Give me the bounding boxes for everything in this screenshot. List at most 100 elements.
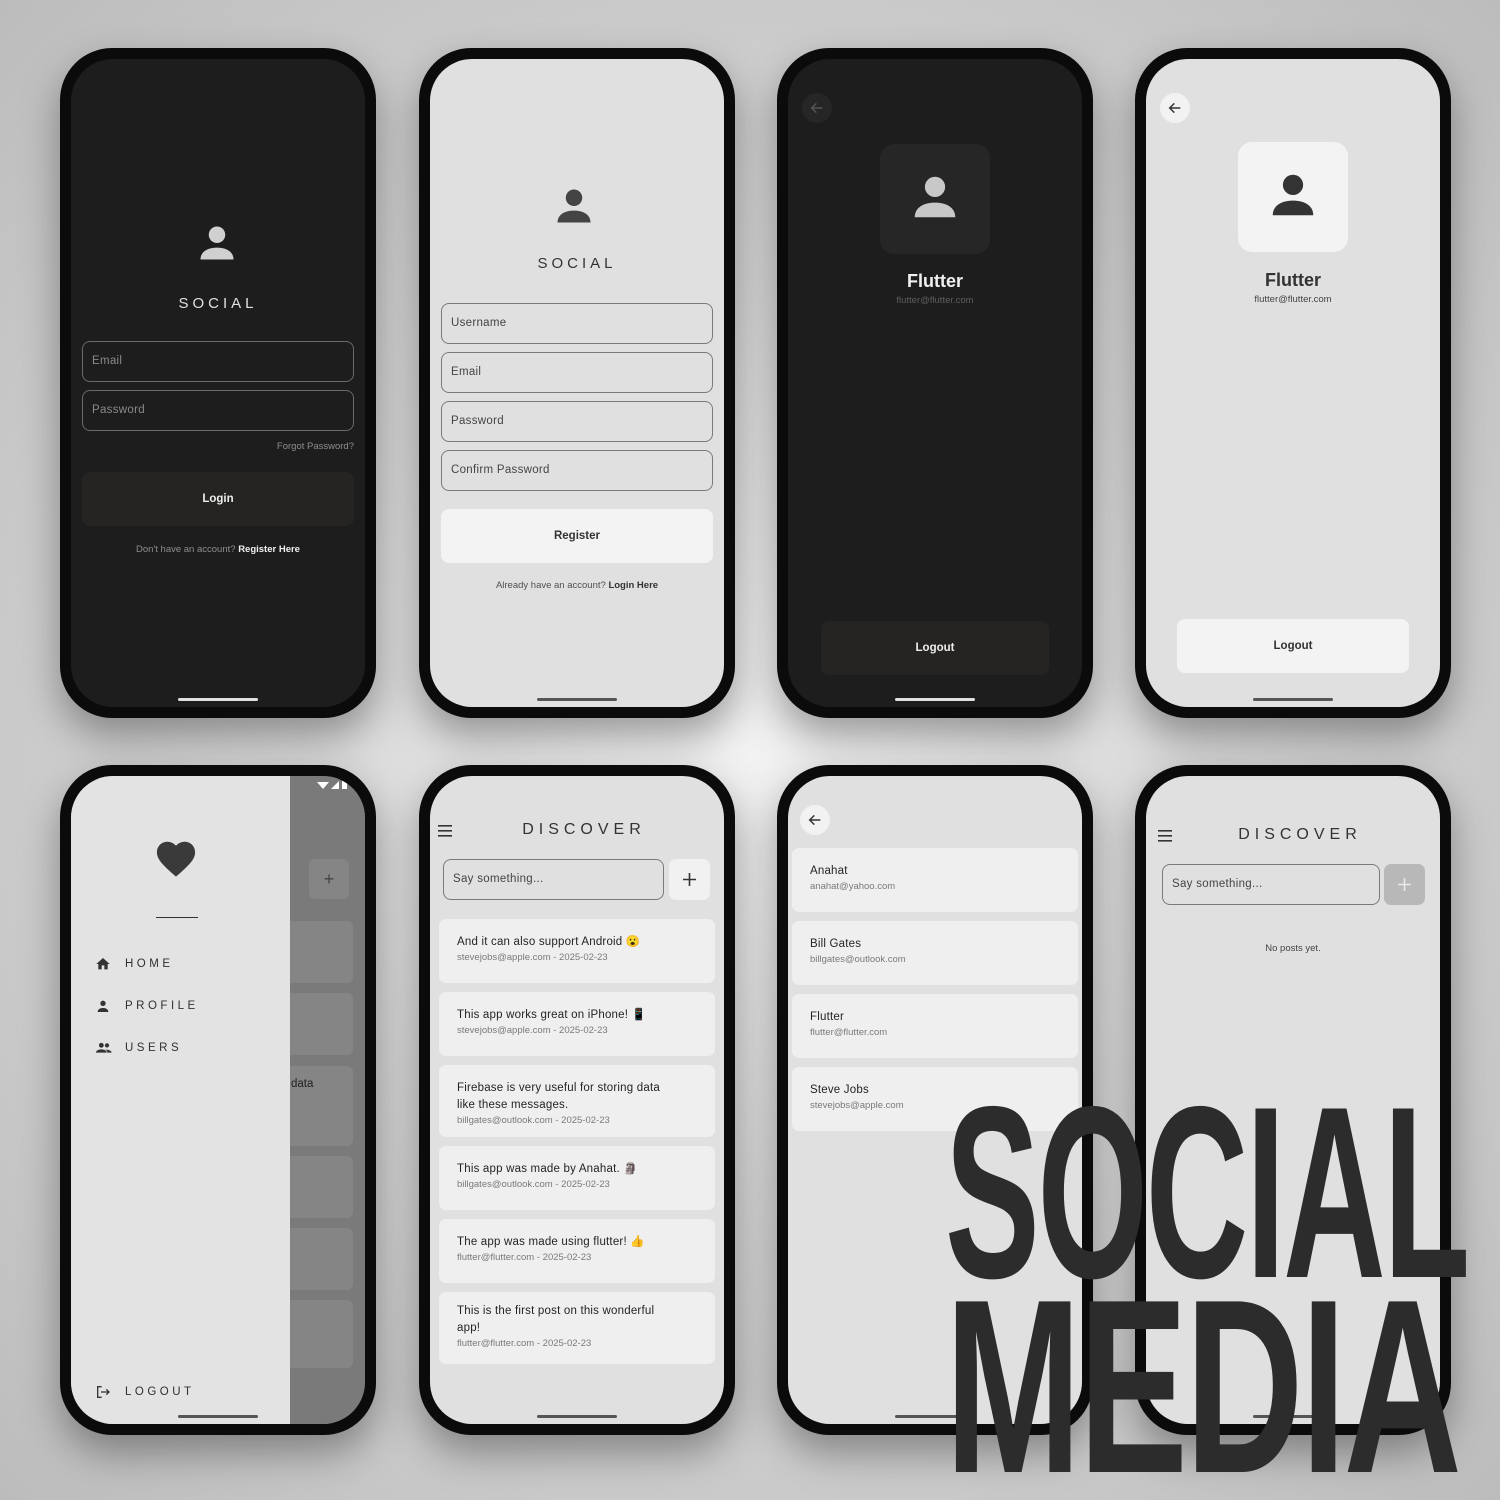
- login-prompt: Already have an account? Login Here: [430, 580, 724, 591]
- back-button[interactable]: [802, 93, 832, 123]
- logout-button[interactable]: Logout: [821, 621, 1049, 675]
- peek-text: data: [291, 1078, 314, 1090]
- home-indicator: [537, 698, 617, 701]
- user-email: flutter@flutter.com: [810, 1027, 888, 1038]
- drawer-item-label: HOME: [125, 958, 174, 970]
- post-meta: flutter@flutter.com - 2025-02-23: [457, 1252, 592, 1263]
- overlay-title-media: MEDIA: [945, 1247, 1462, 1500]
- app-wordmark: SOCIAL: [178, 295, 258, 312]
- phone-profile-dark: Flutter flutter@flutter.com Logout: [777, 48, 1093, 718]
- back-button[interactable]: [1160, 93, 1190, 123]
- profile-name: Flutter: [1265, 270, 1321, 290]
- user-email: billgates@outlook.com: [810, 954, 906, 965]
- logout-button[interactable]: Logout: [1177, 619, 1409, 673]
- post-message: This app works great on iPhone! 📱: [457, 1009, 647, 1021]
- user-card[interactable]: Anahat anahat@yahoo.com: [792, 848, 1078, 912]
- post-card: This app works great on iPhone! 📱 stevej…: [439, 992, 715, 1056]
- drawer-divider: [156, 917, 198, 918]
- username-field[interactable]: Username: [441, 303, 713, 344]
- post-message: This is the first post on this wonderful…: [457, 1305, 655, 1334]
- person-icon: [557, 189, 591, 223]
- post-card: This app was made by Anahat. 🗿 billgates…: [439, 1146, 715, 1210]
- drawer-item-label: PROFILE: [125, 1000, 199, 1012]
- heart-icon: [156, 841, 196, 877]
- person-icon: [200, 226, 234, 260]
- feed-screen: DISCOVER Say something... And it can als…: [430, 776, 724, 1424]
- person-icon: [97, 1000, 109, 1012]
- arrow-left-icon: [1168, 102, 1181, 114]
- arrow-left-icon: [808, 814, 821, 826]
- app-wordmark: SOCIAL: [537, 255, 617, 272]
- login-here-link[interactable]: Login Here: [608, 580, 658, 591]
- post-meta: stevejobs@apple.com - 2025-02-23: [457, 952, 608, 963]
- confirm-password-field[interactable]: Confirm Password: [441, 450, 713, 491]
- status-icons: [317, 781, 347, 789]
- profile-screen-light: Flutter flutter@flutter.com Logout: [1146, 59, 1440, 707]
- register-prompt: Don't have an account? Register Here: [71, 544, 365, 555]
- home-indicator: [537, 1415, 617, 1418]
- arrow-left-icon: [810, 102, 823, 114]
- post-card: The app was made using flutter! 👍 flutte…: [439, 1219, 715, 1283]
- email-field[interactable]: Email: [82, 341, 354, 382]
- navigation-drawer: HOME PROFILE USERS LOGOUT: [71, 776, 290, 1424]
- post-meta: stevejobs@apple.com - 2025-02-23: [457, 1025, 608, 1036]
- post-card: This is the first post on this wonderful…: [439, 1292, 715, 1364]
- user-name: Flutter: [810, 1011, 844, 1023]
- avatar: [1238, 142, 1348, 252]
- group-icon: [96, 1042, 112, 1053]
- add-post-button[interactable]: [1384, 864, 1425, 905]
- home-indicator: [178, 698, 258, 701]
- drawer-item-label: LOGOUT: [125, 1386, 195, 1398]
- home-indicator: [178, 1415, 258, 1418]
- page-title: DISCOVER: [522, 821, 646, 838]
- empty-state: No posts yet.: [1265, 943, 1321, 954]
- peek-add-button: +: [309, 859, 349, 899]
- post-message: The app was made using flutter! 👍: [457, 1236, 645, 1248]
- avatar: [880, 144, 990, 254]
- phone-register-light: SOCIAL Username Email Password Confirm P…: [419, 48, 735, 718]
- plus-icon: [1398, 878, 1411, 891]
- post-message: This app was made by Anahat. 🗿: [457, 1163, 638, 1175]
- home-indicator: [895, 698, 975, 701]
- add-post-button[interactable]: [669, 859, 710, 900]
- user-name: Anahat: [810, 865, 848, 877]
- drawer-item-label: USERS: [125, 1042, 183, 1054]
- register-button[interactable]: Register: [441, 509, 713, 563]
- register-screen: SOCIAL Username Email Password Confirm P…: [430, 59, 724, 707]
- person-icon: [1272, 174, 1314, 216]
- email-field[interactable]: Email: [441, 352, 713, 393]
- post-input[interactable]: Say something...: [443, 859, 664, 900]
- plus-icon: [683, 873, 696, 886]
- drawer-screen: + data rful HOME PROFILE USERS: [71, 776, 365, 1424]
- login-prompt-text: Already have an account?: [495, 580, 606, 591]
- user-name: Bill Gates: [810, 938, 862, 950]
- profile-screen-dark: Flutter flutter@flutter.com Logout: [788, 59, 1082, 707]
- post-input[interactable]: Say something...: [1162, 864, 1380, 905]
- home-icon: [96, 958, 110, 970]
- phone-drawer: + data rful HOME PROFILE USERS: [60, 765, 376, 1435]
- register-prompt-text: Don't have an account?: [136, 544, 236, 555]
- home-indicator: [1253, 698, 1333, 701]
- forgot-password-link[interactable]: Forgot Password?: [277, 441, 354, 452]
- post-meta: billgates@outlook.com - 2025-02-23: [457, 1179, 610, 1190]
- password-field[interactable]: Password: [441, 401, 713, 442]
- login-screen: SOCIAL Email Password Forgot Password? L…: [71, 59, 365, 707]
- user-email: anahat@yahoo.com: [810, 881, 896, 892]
- password-field[interactable]: Password: [82, 390, 354, 431]
- profile-email: flutter@flutter.com: [896, 295, 974, 306]
- user-card[interactable]: Flutter flutter@flutter.com: [792, 994, 1078, 1058]
- login-button[interactable]: Login: [82, 472, 354, 526]
- post-card: And it can also support Android 😮 stevej…: [439, 919, 715, 983]
- back-button[interactable]: [800, 805, 830, 835]
- page-title: DISCOVER: [1238, 826, 1362, 843]
- register-here-link[interactable]: Register Here: [238, 544, 300, 555]
- phone-login-dark: SOCIAL Email Password Forgot Password? L…: [60, 48, 376, 718]
- profile-name: Flutter: [907, 271, 963, 291]
- person-icon: [914, 176, 956, 218]
- phone-feed: DISCOVER Say something... And it can als…: [419, 765, 735, 1435]
- user-card[interactable]: Bill Gates billgates@outlook.com: [792, 921, 1078, 985]
- post-card: Firebase is very useful for storing data…: [439, 1065, 715, 1137]
- post-message: And it can also support Android 😮: [457, 936, 641, 948]
- profile-email: flutter@flutter.com: [1254, 294, 1332, 305]
- phone-profile-light: Flutter flutter@flutter.com Logout: [1135, 48, 1451, 718]
